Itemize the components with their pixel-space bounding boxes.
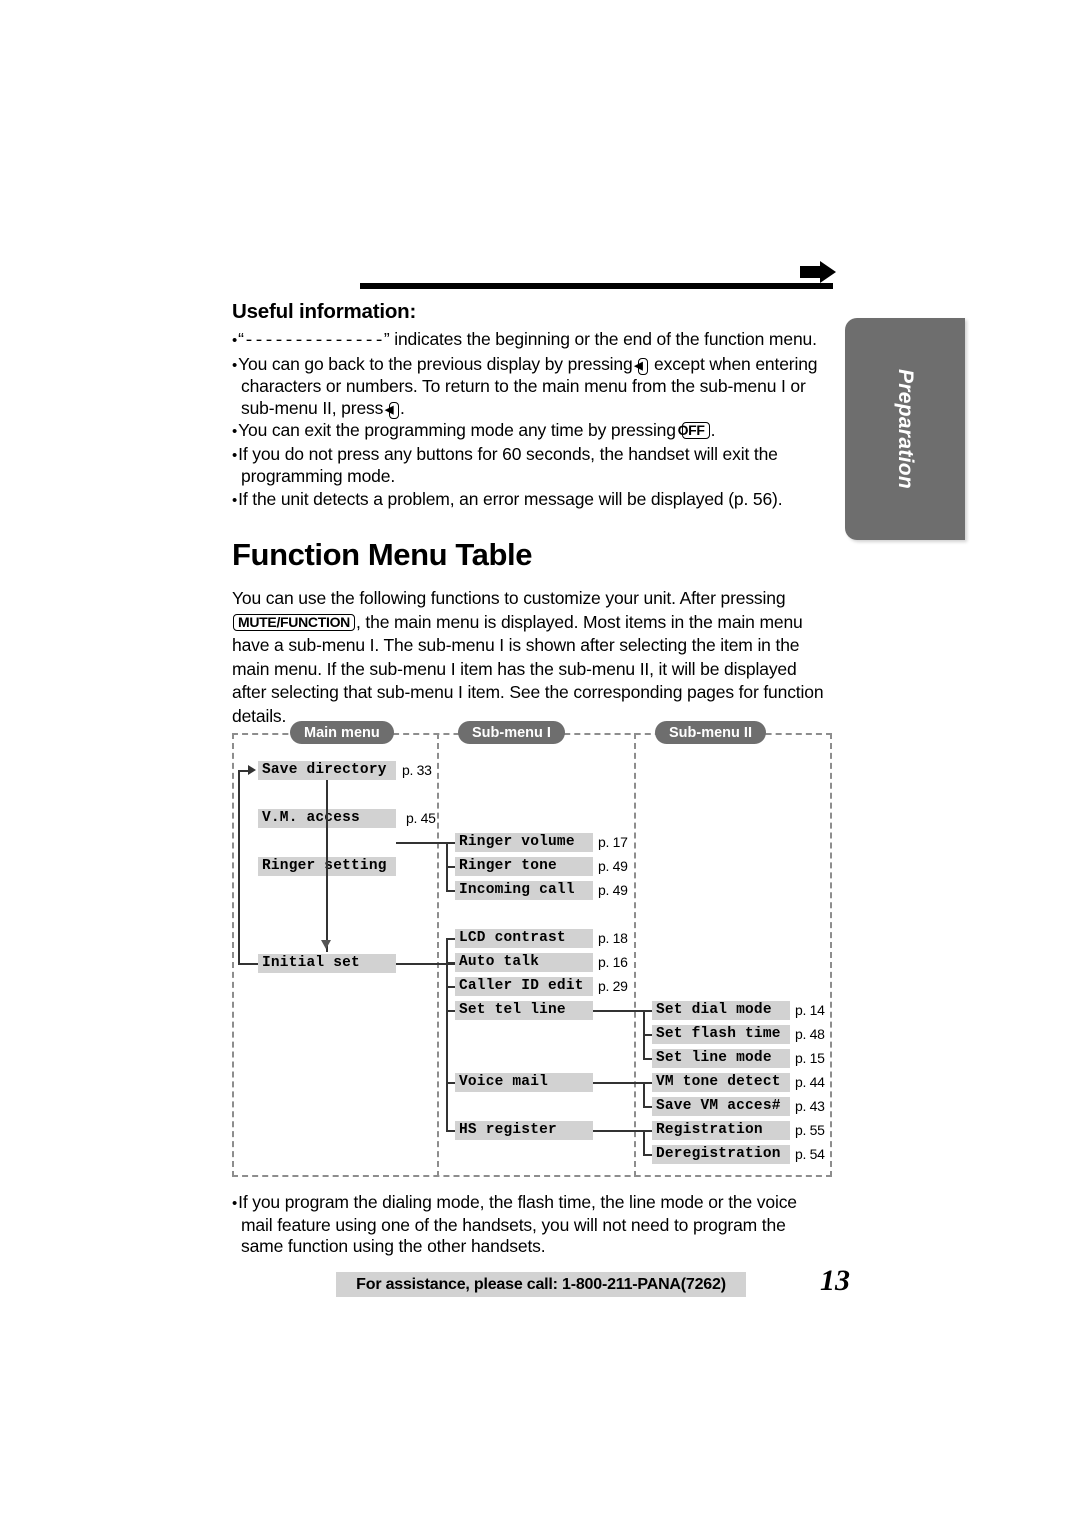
loopback-line-bottom [238,963,258,965]
page-ref-set-dial-mode: p. 14 [795,1002,825,1018]
page-ref-ringer-tone: p. 49 [598,858,628,874]
connector-hs-register-stub [446,1130,455,1132]
page-ref-save-vm-access: p. 43 [795,1098,825,1114]
submenu2-item-set-dial-mode[interactable]: Set dial mode [652,1001,790,1020]
footnote-block: If you program the dialing mode, the fla… [232,1192,832,1258]
bullet-error-message: If the unit detects a problem, an error … [232,489,832,512]
page-ref-ringer-volume: p. 17 [598,834,628,850]
submenu2-item-set-flash-time[interactable]: Set flash time [652,1025,790,1044]
submenu1-item-hs-register[interactable]: HS register [455,1121,593,1140]
flow-line-main-vertical [326,780,328,952]
connector-incoming-call-stub [446,890,455,892]
left-arrow-key-icon: ◀ [634,357,649,375]
column-divider-2 [634,733,636,1177]
connector-initial-vertical [446,938,448,1130]
connector-lcd-contrast-stub [446,938,455,940]
column-header-sub-menu-1: Sub-menu I [458,721,565,744]
connector-voice-mail-vertical [643,1082,645,1106]
loopback-line-vertical [238,770,240,964]
manual-page: Preparation Useful information: “-------… [0,0,1080,1528]
connector-voice-mail-stub [446,1082,455,1084]
page-ref-set-line-mode: p. 15 [795,1050,825,1066]
assistance-banner: For assistance, please call: 1-800-211-P… [336,1272,746,1297]
page-ref-registration: p. 55 [795,1122,825,1138]
bullet-exit-programming: You can exit the programming mode any ti… [232,420,832,443]
submenu1-item-voice-mail[interactable]: Voice mail [455,1073,593,1092]
dash-line-glyphs: -------------- [243,331,385,351]
submenu1-item-ringer-tone[interactable]: Ringer tone [455,857,593,876]
connector-save-vm-stub [643,1106,652,1108]
useful-information-list: “--------------” indicates the beginning… [232,329,832,511]
off-key-icon: OFF [678,422,710,439]
submenu2-item-deregistration[interactable]: Deregistration [652,1145,790,1164]
section-tab-preparation: Preparation [845,318,965,540]
page-ref-vm-tone-detect: p. 44 [795,1074,825,1090]
page-ref-deregistration: p. 54 [795,1146,825,1162]
page-ref-lcd-contrast: p. 18 [598,930,628,946]
submenu1-item-incoming-call[interactable]: Incoming call [455,881,593,900]
connector-flash-time-stub [643,1034,652,1036]
right-arrow-icon [800,261,836,283]
submenu1-item-caller-id-edit[interactable]: Caller ID edit [455,977,593,996]
page-ref-caller-id-edit: p. 29 [598,978,628,994]
page-number: 13 [820,1264,850,1297]
submenu2-item-vm-tone-detect[interactable]: VM tone detect [652,1073,790,1092]
submenu2-item-save-vm-access[interactable]: Save VM acces# [652,1097,790,1116]
function-menu-diagram: Main menu Sub-menu I Sub-menu II Save di… [232,721,832,1177]
intro-paragraph: You can use the following functions to c… [232,588,824,726]
flow-arrow-down [321,940,331,949]
connector-ringer-tone-stub [446,866,455,868]
footnote-text: If you program the dialing mode, the fla… [232,1192,832,1258]
loopback-arrow-head [248,765,256,775]
page-ref-vm-access: p. 45 [406,810,436,826]
submenu1-item-auto-talk[interactable]: Auto talk [455,953,593,972]
bullet-dash-indicator: “--------------” indicates the beginning… [232,329,832,353]
submenu1-item-set-tel-line[interactable]: Set tel line [455,1001,593,1020]
page-ref-auto-talk: p. 16 [598,954,628,970]
page-ref-incoming-call: p. 49 [598,882,628,898]
page-ref-set-flash-time: p. 48 [795,1026,825,1042]
bullet-timeout: If you do not press any buttons for 60 s… [232,444,832,488]
page-ref-save-directory: p. 33 [402,762,432,778]
mute-function-key-icon: MUTE/FUNCTION [233,613,355,631]
submenu1-item-ringer-volume[interactable]: Ringer volume [455,833,593,852]
connector-hs-register-vertical [643,1130,645,1154]
submenu2-item-set-line-mode[interactable]: Set line mode [652,1049,790,1068]
submenu2-item-registration[interactable]: Registration [652,1121,790,1140]
connector-auto-talk-stub [446,962,455,964]
menu-item-initial-set[interactable]: Initial set [258,954,396,973]
left-arrow-key-icon-2: ◀ [385,401,399,419]
page-title: Function Menu Table [232,537,533,572]
menu-item-save-directory[interactable]: Save directory [258,761,396,780]
column-header-sub-menu-2: Sub-menu II [655,721,766,744]
useful-information-heading: Useful information: [232,300,417,323]
column-divider-1 [437,733,439,1177]
column-header-main-menu: Main menu [290,721,394,744]
submenu1-item-lcd-contrast[interactable]: LCD contrast [455,929,593,948]
bullet-go-back: You can go back to the previous display … [232,354,832,420]
useful-information-block: Useful information: “--------------” ind… [232,300,832,728]
section-tab-label: Preparation [894,369,917,489]
connector-set-tel-line-stub [446,1010,455,1012]
connector-deregistration-stub [643,1154,652,1156]
header-rule [360,283,833,289]
connector-line-mode-stub [643,1058,652,1060]
connector-caller-id-stub [446,986,455,988]
